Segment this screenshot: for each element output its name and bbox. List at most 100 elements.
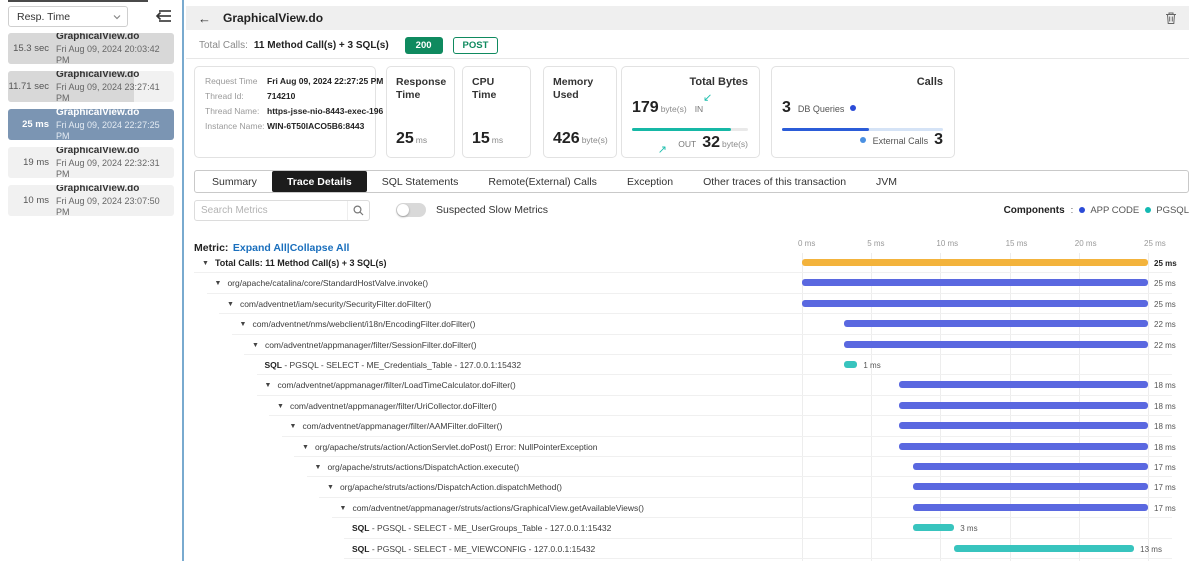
collapse-arrow-icon[interactable]: ▼ bbox=[315, 464, 322, 471]
trace-row[interactable]: ▼com/adventnet/appmanager/filter/LoadTim… bbox=[194, 375, 1194, 395]
trace-list-item[interactable]: 15.3 secGraphicalView.doFri Aug 09, 2024… bbox=[8, 33, 174, 64]
outbound-arrow-icon: ↗ bbox=[658, 143, 667, 156]
timeline-tick: 15 ms bbox=[1006, 239, 1028, 248]
duration-bar[interactable] bbox=[802, 279, 1148, 286]
detail-tabs: SummaryTrace DetailsSQL StatementsRemote… bbox=[194, 170, 1189, 193]
duration-bar[interactable] bbox=[899, 443, 1148, 450]
tab-summary[interactable]: Summary bbox=[197, 171, 272, 192]
response-time-value: 25 bbox=[396, 130, 414, 147]
bytes-meter bbox=[632, 128, 748, 131]
duration-bar[interactable] bbox=[954, 545, 1134, 552]
duration-bar[interactable] bbox=[913, 483, 1148, 490]
duration-bar[interactable] bbox=[844, 341, 1148, 348]
bytes-out-label: OUT bbox=[678, 139, 696, 149]
duration-bar[interactable] bbox=[899, 381, 1148, 388]
trace-row[interactable]: ▼com/adventnet/appmanager/struts/actions… bbox=[194, 498, 1194, 518]
trace-list-item[interactable]: 25 msGraphicalView.doFri Aug 09, 2024 22… bbox=[8, 109, 174, 140]
trace-list-item[interactable]: 10 msGraphicalView.doFri Aug 09, 2024 23… bbox=[8, 185, 174, 216]
duration-bar[interactable] bbox=[913, 504, 1148, 511]
trace-title: GraphicalView.do bbox=[56, 71, 174, 82]
collapse-arrow-icon[interactable]: ▼ bbox=[302, 444, 309, 451]
top-edge-artifact bbox=[8, 0, 148, 2]
collapse-arrow-icon[interactable]: ▼ bbox=[240, 321, 247, 328]
memory-used-title: Memory Used bbox=[553, 76, 607, 102]
collapse-arrow-icon[interactable]: ▼ bbox=[202, 260, 209, 267]
pgsql-dot-icon bbox=[1145, 207, 1151, 213]
tab-jvm[interactable]: JVM bbox=[861, 171, 912, 192]
suspected-slow-metrics-toggle[interactable] bbox=[396, 203, 426, 217]
collapse-arrow-icon[interactable]: ▼ bbox=[227, 301, 234, 308]
trace-list: 15.3 sec GraphicalView.do Fri Aug 09, 2024… bbox=[0, 33, 182, 223]
thread-name-label: Thread Name: bbox=[205, 106, 267, 117]
trace-row[interactable]: ▼org/apache/struts/actions/DispatchActio… bbox=[194, 457, 1194, 477]
collapse-arrow-icon[interactable]: ▼ bbox=[215, 280, 222, 287]
back-button[interactable]: ← bbox=[198, 11, 211, 26]
search-metrics-input[interactable] bbox=[195, 205, 347, 216]
duration-label: 17 ms bbox=[1154, 463, 1176, 472]
collapse-arrow-icon[interactable]: ▼ bbox=[265, 382, 272, 389]
collapse-arrow-icon[interactable]: ▼ bbox=[327, 484, 334, 491]
duration-bar[interactable] bbox=[899, 402, 1148, 409]
cpu-time-value: 15 bbox=[472, 130, 490, 147]
thread-name-value: https-jsse-nio-8443-exec-196 bbox=[267, 106, 383, 117]
duration-label: 22 ms bbox=[1154, 341, 1176, 350]
collapse-arrow-icon[interactable]: ▼ bbox=[252, 342, 259, 349]
trace-row[interactable]: ▼com/adventnet/appmanager/filter/AAMFilt… bbox=[194, 416, 1194, 436]
trace-row-label: ▼org/apache/struts/action/ActionServlet.… bbox=[302, 442, 597, 452]
collapse-arrow-icon[interactable]: ▼ bbox=[290, 423, 297, 430]
trace-row[interactable]: ▼org/apache/struts/actions/DispatchActio… bbox=[194, 477, 1194, 497]
duration-bar[interactable] bbox=[913, 463, 1148, 470]
tab-remote-external-calls[interactable]: Remote(External) Calls bbox=[473, 171, 612, 192]
external-calls-dot-icon bbox=[860, 137, 866, 143]
response-time-card: Response Time 25ms bbox=[386, 66, 455, 158]
collapse-arrow-icon[interactable]: ▼ bbox=[340, 505, 347, 512]
duration-bar[interactable] bbox=[899, 422, 1148, 429]
tab-trace-details[interactable]: Trace Details bbox=[272, 171, 367, 192]
collapse-sidebar-icon[interactable] bbox=[154, 7, 174, 25]
trace-row[interactable]: ▼com/adventnet/appmanager/filter/UriColl… bbox=[194, 396, 1194, 416]
trace-row[interactable]: SQL - PGSQL - SELECT - ME_Credentials_Ta… bbox=[194, 355, 1194, 375]
trace-title: GraphicalView.do bbox=[56, 109, 174, 120]
delete-trace-icon[interactable] bbox=[1165, 11, 1177, 25]
trace-row[interactable]: ▼com/adventnet/iam/security/SecurityFilt… bbox=[194, 294, 1194, 314]
trace-list-item[interactable]: 11.71 secGraphicalView.doFri Aug 09, 202… bbox=[8, 71, 174, 102]
duration-bar[interactable] bbox=[844, 320, 1148, 327]
duration-label: 25 ms bbox=[1154, 279, 1176, 288]
duration-bar[interactable] bbox=[802, 300, 1148, 307]
sort-by-value: Resp. Time bbox=[17, 11, 70, 23]
trace-row[interactable]: ▼com/adventnet/nms/webclient/i18n/Encodi… bbox=[194, 314, 1194, 334]
search-icon[interactable] bbox=[347, 201, 369, 220]
trace-row[interactable]: ▼Total Calls: 11 Method Call(s) + 3 SQL(… bbox=[194, 253, 1194, 273]
tab-exception[interactable]: Exception bbox=[612, 171, 688, 192]
trace-timestamp: Fri Aug 09, 2024 23:07:50 PM bbox=[56, 196, 174, 217]
trace-row-label: SQL - PGSQL - SELECT - ME_UserGroups_Tab… bbox=[352, 523, 611, 533]
sort-by-dropdown[interactable]: Resp. Time bbox=[8, 6, 128, 27]
collapse-arrow-icon[interactable]: ▼ bbox=[277, 403, 284, 410]
trace-title: GraphicalView.do bbox=[56, 147, 174, 158]
duration-bar[interactable] bbox=[913, 524, 955, 531]
app-code-dot-icon bbox=[1079, 207, 1085, 213]
pgsql-label: PGSQL bbox=[1156, 205, 1189, 216]
duration-label: 22 ms bbox=[1154, 320, 1176, 329]
trace-row[interactable]: ▼com/adventnet/appmanager/filter/Session… bbox=[194, 335, 1194, 355]
duration-label: 17 ms bbox=[1154, 483, 1176, 492]
memory-used-unit: byte(s) bbox=[582, 135, 608, 145]
trace-row[interactable]: ▼org/apache/catalina/core/StandardHostVa… bbox=[194, 273, 1194, 293]
response-time-unit: ms bbox=[416, 135, 427, 145]
apm-trace-window: Resp. Time 15.3 sec GraphicalView.do Fri A… bbox=[0, 0, 1200, 561]
trace-row[interactable]: SQL - PGSQL - SELECT - ME_UserGroups_Tab… bbox=[194, 518, 1194, 538]
timeline-tick: 5 ms bbox=[867, 239, 884, 248]
duration-bar[interactable] bbox=[802, 259, 1148, 266]
page-header: ← GraphicalView.do bbox=[186, 6, 1189, 30]
tab-sql-statements[interactable]: SQL Statements bbox=[367, 171, 474, 192]
trace-duration: 15.3 sec bbox=[8, 43, 56, 54]
total-bytes-title: Total Bytes bbox=[690, 76, 748, 88]
trace-row[interactable]: ▼org/apache/struts/action/ActionServlet.… bbox=[194, 437, 1194, 457]
duration-bar[interactable] bbox=[844, 361, 858, 368]
trace-duration: 11.71 sec bbox=[8, 81, 56, 92]
tab-other-traces-of-this-transaction[interactable]: Other traces of this transaction bbox=[688, 171, 861, 192]
trace-list-item[interactable]: 19 msGraphicalView.doFri Aug 09, 2024 22… bbox=[8, 147, 174, 178]
db-queries-label: DB Queries bbox=[798, 104, 845, 114]
app-code-label: APP CODE bbox=[1090, 205, 1139, 216]
trace-row[interactable]: SQL - PGSQL - SELECT - ME_VIEWCONFIG - 1… bbox=[194, 539, 1194, 559]
